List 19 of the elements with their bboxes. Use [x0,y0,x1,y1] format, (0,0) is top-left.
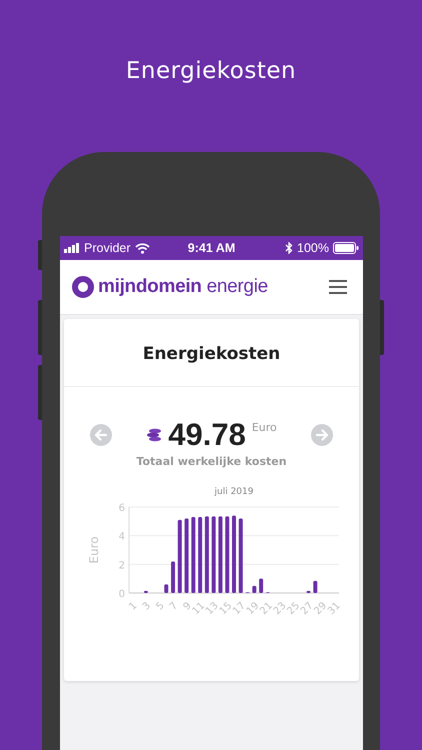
x-axis-label: 7 [167,600,180,613]
y-axis-title: Euro [86,536,100,564]
x-axis-label: 5 [154,600,166,613]
y-axis-label: 6 [118,503,124,514]
logo-text: mijndomein energie [98,276,268,298]
y-axis-label: 0 [118,589,124,600]
currency-unit: Euro [252,421,277,434]
carrier-name: Provider [84,241,131,255]
battery-percent: 100% [297,241,329,255]
y-axis-label: 2 [118,560,124,572]
total-caption: Totaal werkelijke kosten [136,455,287,468]
x-axis-label: 1 [126,600,139,613]
y-axis-label: 4 [118,532,124,543]
page-headline: Energiekosten [124,57,298,86]
card-title: Energiekosten [64,319,359,387]
total-amount: 49.78 [168,417,246,453]
x-axis-label: 3 [140,600,153,613]
status-time: 9:41 AM [188,241,236,255]
chart-title: juli 2019 [214,487,253,497]
